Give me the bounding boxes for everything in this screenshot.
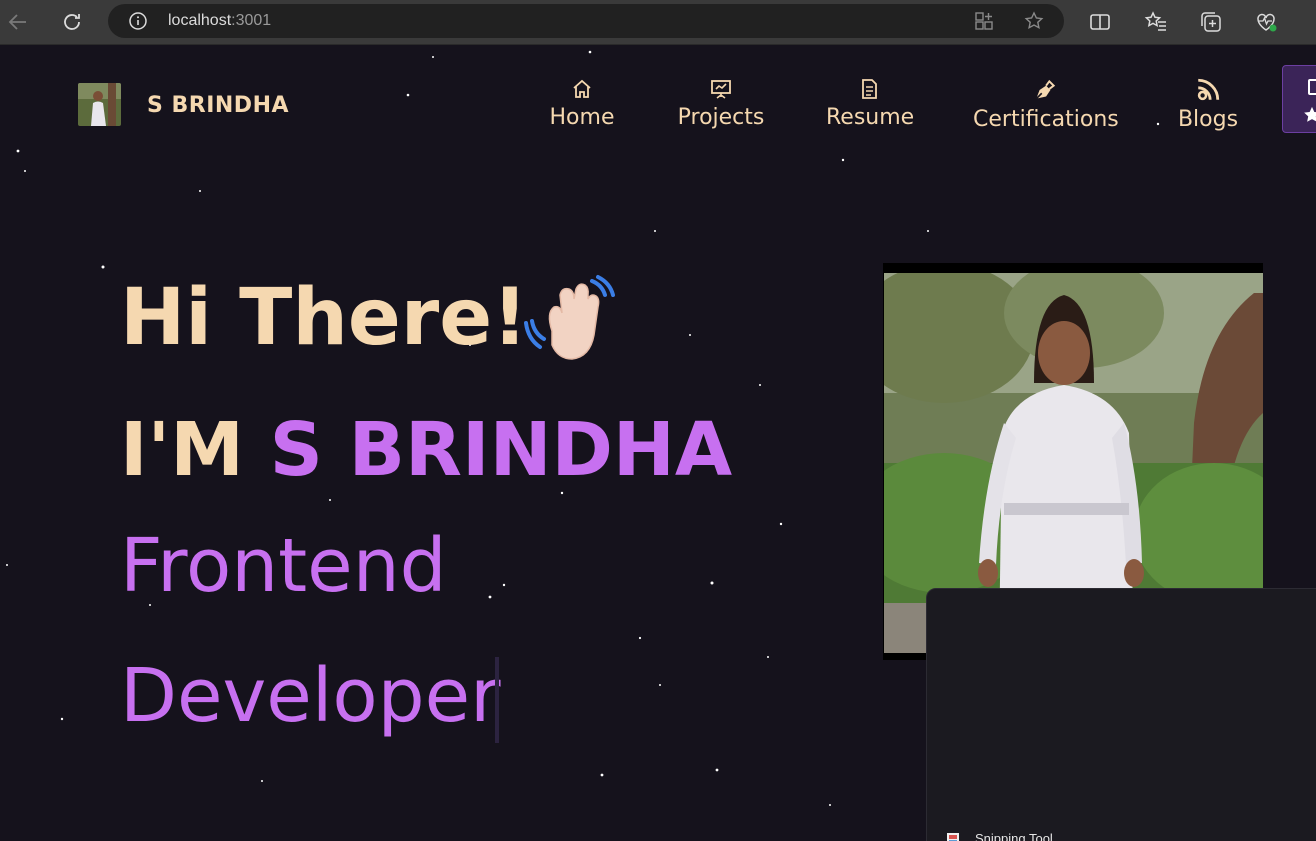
apps-icon[interactable] — [974, 11, 994, 31]
hero-greeting: Hi There! — [120, 273, 528, 363]
home-icon — [573, 79, 591, 98]
taskbar-preview-panel — [926, 588, 1316, 841]
nav-projects-label: Projects — [677, 105, 765, 130]
snipping-tool-icon — [947, 833, 959, 841]
presentation-icon — [711, 80, 731, 99]
typewriter-cursor — [495, 657, 499, 743]
url-port: :3001 — [231, 12, 272, 29]
address-bar[interactable]: localhost:3001 — [108, 4, 1064, 38]
nav-certifications-label: Certifications — [973, 107, 1119, 132]
waving-hand-icon — [524, 275, 615, 360]
nav-home-label: Home — [549, 105, 615, 130]
pen-nib-icon — [1035, 79, 1056, 100]
brand-name[interactable]: S BRINDHA — [147, 93, 289, 118]
fork-icon — [1308, 79, 1316, 95]
hero-role-line2: Developer — [120, 653, 501, 739]
info-icon[interactable] — [128, 11, 148, 31]
back-icon[interactable] — [6, 10, 30, 34]
star-icon — [1304, 106, 1316, 122]
hero-role-line1: Frontend — [120, 523, 447, 609]
url-host: localhost — [168, 12, 232, 29]
rss-icon — [1197, 78, 1220, 101]
refresh-icon[interactable] — [60, 10, 84, 34]
github-fork-button[interactable] — [1282, 65, 1316, 133]
nav-blogs[interactable]: Blogs — [1177, 77, 1239, 132]
document-icon — [862, 79, 877, 99]
nav-certifications[interactable]: Certifications — [973, 77, 1119, 132]
hero-intro-prefix: I'M — [120, 407, 270, 493]
portfolio-page: S BRINDHA Home Projects Resume Certifica… — [0, 45, 1316, 841]
brand-avatar[interactable] — [78, 83, 121, 126]
nav-resume[interactable]: Resume — [826, 77, 915, 130]
nav-resume-label: Resume — [826, 105, 915, 130]
browser-toolbar: localhost:3001 — [0, 0, 1316, 45]
favorite-star-icon[interactable] — [1024, 11, 1044, 31]
hero-name: S BRINDHA — [269, 407, 733, 493]
browser-essentials-icon[interactable] — [1254, 10, 1278, 34]
taskbar-preview-label: Snipping Tool — [975, 831, 1053, 841]
nav-home[interactable]: Home — [548, 77, 616, 130]
hero-intro: I'M S BRINDHA — [120, 407, 732, 493]
collections-icon[interactable] — [1199, 10, 1223, 34]
nav-blogs-label: Blogs — [1177, 107, 1239, 132]
split-screen-icon[interactable] — [1088, 10, 1112, 34]
url-text: localhost:3001 — [168, 12, 271, 30]
nav-projects[interactable]: Projects — [676, 77, 766, 130]
favorites-icon[interactable] — [1144, 10, 1168, 34]
